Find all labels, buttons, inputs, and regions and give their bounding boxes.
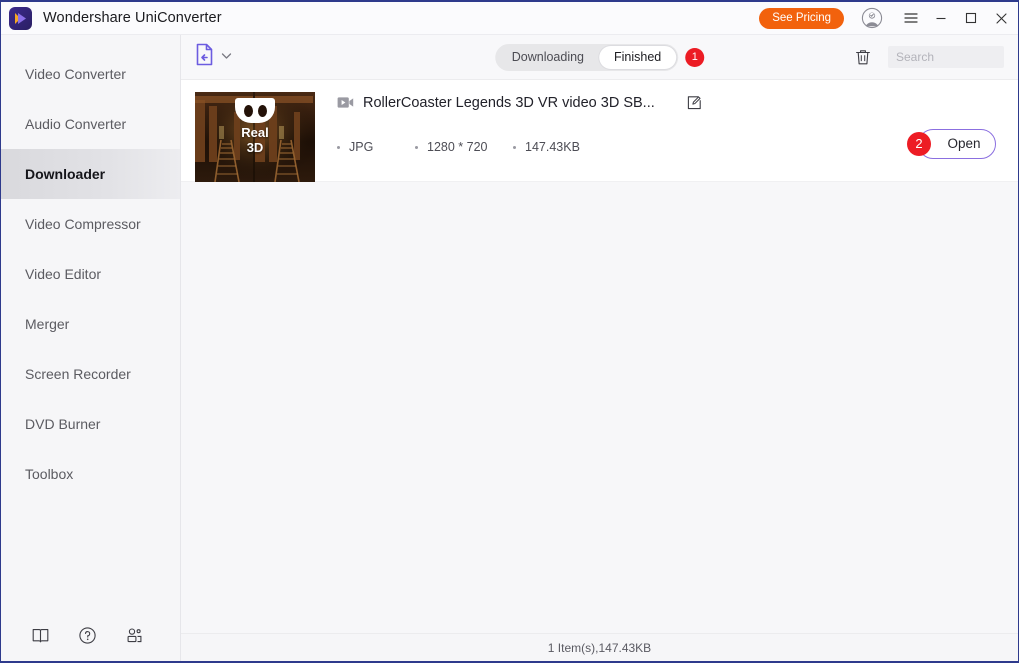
maximize-icon[interactable] bbox=[956, 2, 986, 35]
meta-format: JPG bbox=[337, 140, 415, 154]
overlay-line-2: 3D bbox=[246, 139, 264, 155]
meta-resolution-value: 1280 * 720 bbox=[427, 140, 488, 154]
edit-pencil-icon[interactable] bbox=[686, 94, 703, 111]
title-bar: Wondershare UniConverter See Pricing bbox=[1, 2, 1018, 35]
guide-book-icon[interactable] bbox=[31, 626, 50, 645]
overlay-line-1: Real bbox=[241, 125, 269, 140]
item-metadata: JPG 1280 * 720 147.43KB bbox=[337, 140, 918, 154]
sidebar-item-video-converter[interactable]: Video Converter bbox=[1, 49, 180, 99]
bullet-dot-icon bbox=[415, 145, 418, 149]
app-window: Wondershare UniConverter See Pricing Vid… bbox=[0, 0, 1019, 663]
toolbar-right-group bbox=[854, 46, 1004, 68]
vr-goggles-icon bbox=[235, 98, 275, 123]
video-thumbnail: Real 3D bbox=[195, 92, 315, 182]
thumbnail-overlay: Real 3D bbox=[235, 98, 275, 156]
user-account-icon[interactable] bbox=[860, 6, 884, 30]
status-tabs: Downloading Finished 1 bbox=[494, 43, 705, 71]
status-text: 1 Item(s),147.43KB bbox=[547, 640, 652, 655]
uniconverter-logo-icon bbox=[9, 6, 32, 30]
sidebar-item-merger[interactable]: Merger bbox=[1, 299, 180, 349]
close-icon[interactable] bbox=[986, 2, 1016, 35]
help-question-icon[interactable] bbox=[78, 626, 97, 645]
chevron-down-icon[interactable] bbox=[221, 52, 232, 63]
minimize-icon[interactable] bbox=[926, 2, 956, 35]
sidebar-item-video-editor[interactable]: Video Editor bbox=[1, 249, 180, 299]
thumbnail-overlay-text: Real 3D bbox=[241, 125, 269, 156]
video-file-icon bbox=[337, 96, 354, 109]
bullet-dot-icon bbox=[513, 145, 516, 149]
download-list: Real 3D RollerCoaster Legends 3D VR vide… bbox=[181, 80, 1018, 633]
sidebar: Video Converter Audio Converter Download… bbox=[1, 35, 181, 661]
hamburger-menu-icon[interactable] bbox=[896, 2, 926, 35]
sidebar-footer bbox=[1, 609, 180, 661]
list-item[interactable]: Real 3D RollerCoaster Legends 3D VR vide… bbox=[181, 80, 1018, 182]
tab-finished[interactable]: Finished bbox=[599, 45, 677, 69]
step-badge-2: 2 bbox=[907, 131, 931, 156]
meta-size-value: 147.43KB bbox=[525, 140, 580, 154]
item-title-row: RollerCoaster Legends 3D VR video 3D SB.… bbox=[337, 94, 918, 111]
goggle-eye-left bbox=[243, 104, 253, 117]
segmented-control: Downloading Finished bbox=[494, 43, 679, 71]
sidebar-item-downloader[interactable]: Downloader bbox=[1, 149, 180, 199]
app-body: Video Converter Audio Converter Download… bbox=[1, 35, 1018, 661]
status-bar: 1 Item(s),147.43KB bbox=[181, 633, 1018, 661]
goggle-eye-right bbox=[257, 104, 267, 117]
sidebar-item-dvd-burner[interactable]: DVD Burner bbox=[1, 399, 180, 449]
sidebar-item-audio-converter[interactable]: Audio Converter bbox=[1, 99, 180, 149]
meta-size: 147.43KB bbox=[513, 140, 580, 154]
finished-count-badge: 1 bbox=[685, 47, 705, 67]
app-title: Wondershare UniConverter bbox=[43, 10, 222, 26]
sidebar-item-toolbox[interactable]: Toolbox bbox=[1, 449, 180, 499]
item-details: RollerCoaster Legends 3D VR video 3D SB.… bbox=[315, 92, 918, 154]
sidebar-item-video-compressor[interactable]: Video Compressor bbox=[1, 199, 180, 249]
toolbar: Downloading Finished 1 bbox=[181, 35, 1018, 80]
bullet-dot-icon bbox=[337, 145, 340, 149]
sidebar-nav-list: Video Converter Audio Converter Download… bbox=[1, 49, 180, 609]
search-input[interactable] bbox=[888, 46, 1004, 68]
main-panel: Downloading Finished 1 Search Real 3D Ro… bbox=[181, 35, 1018, 661]
meta-resolution: 1280 * 720 bbox=[415, 140, 513, 154]
sidebar-item-screen-recorder[interactable]: Screen Recorder bbox=[1, 349, 180, 399]
tab-downloading[interactable]: Downloading bbox=[497, 46, 599, 69]
delete-trash-icon[interactable] bbox=[854, 48, 872, 67]
see-pricing-button[interactable]: See Pricing bbox=[759, 7, 844, 29]
community-users-icon[interactable] bbox=[125, 626, 144, 645]
paste-url-button[interactable] bbox=[195, 43, 232, 71]
item-title: RollerCoaster Legends 3D VR video 3D SB.… bbox=[363, 94, 655, 111]
paste-url-document-icon bbox=[195, 43, 216, 71]
item-action-area: Open 2 bbox=[907, 128, 996, 159]
meta-format-value: JPG bbox=[349, 140, 374, 154]
